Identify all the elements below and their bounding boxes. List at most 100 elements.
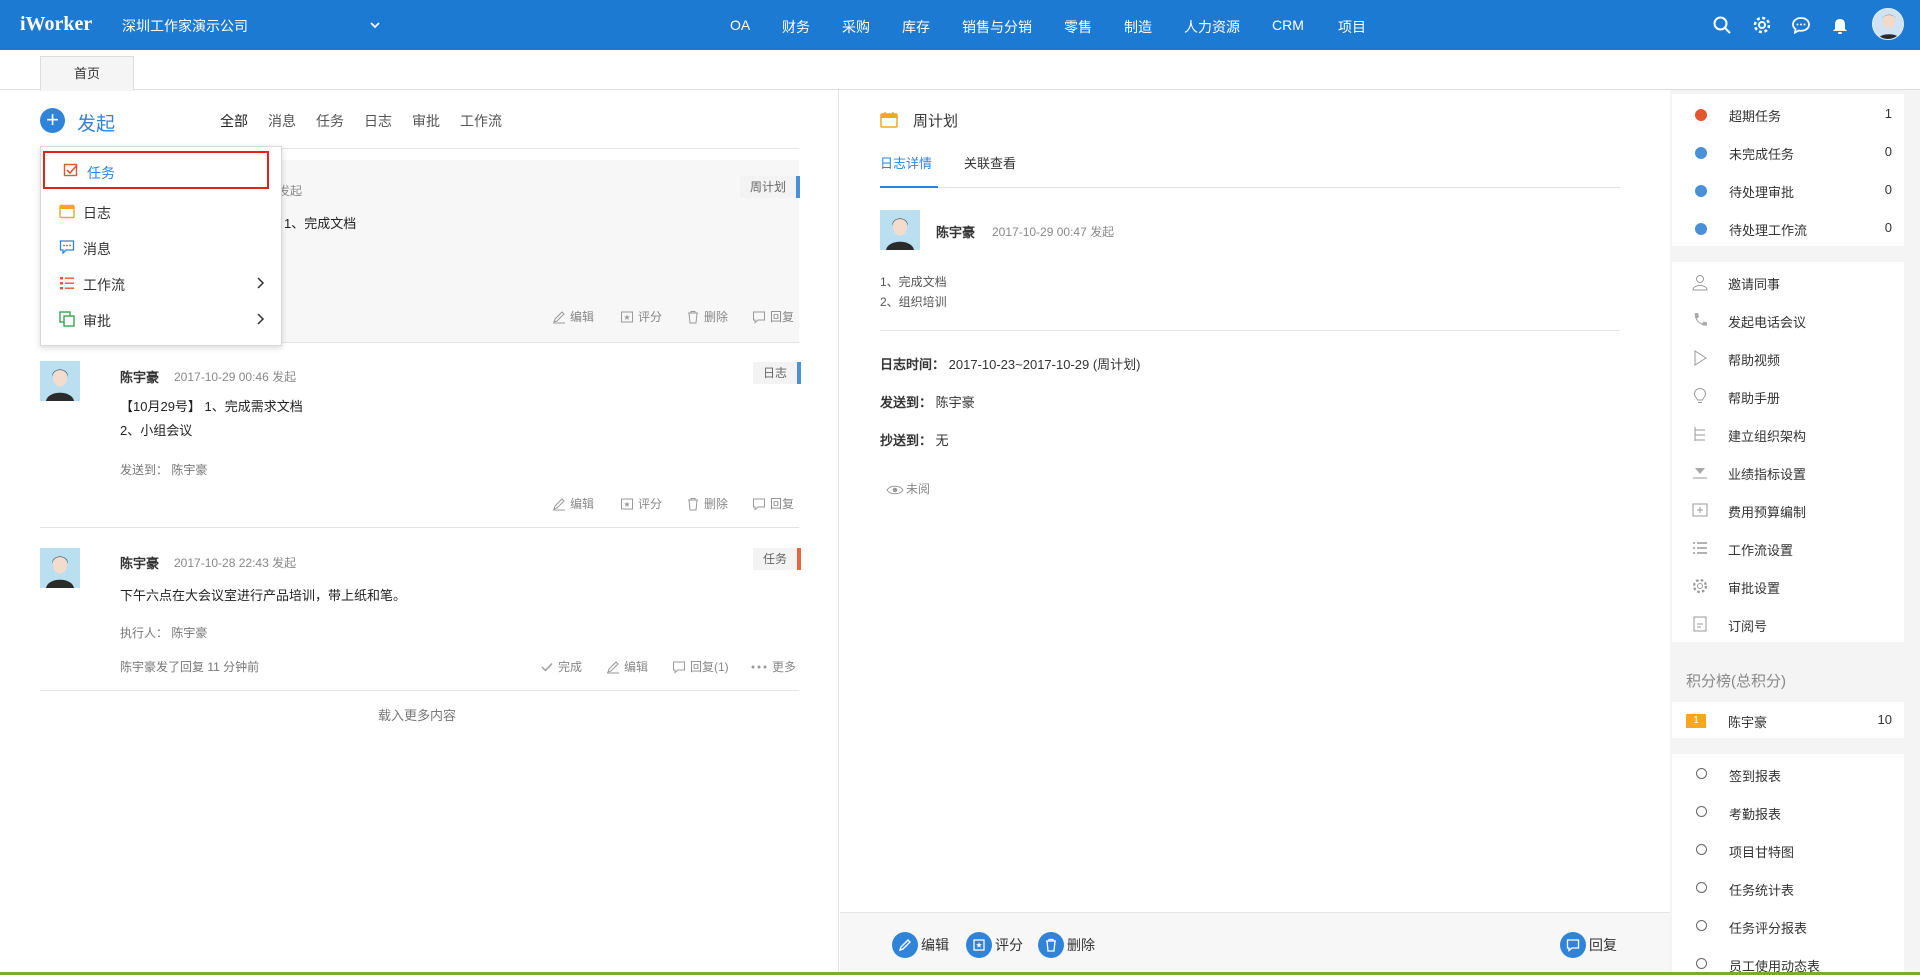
filter-message[interactable]: 消息	[268, 111, 296, 131]
nav-crm[interactable]: CRM	[1272, 17, 1304, 33]
post-text: 2、小组会议	[120, 423, 193, 438]
nav-manufacturing[interactable]: 制造	[1124, 17, 1152, 37]
edit-button[interactable]: 编辑	[552, 308, 594, 325]
author-avatar[interactable]	[40, 361, 80, 401]
link-budget[interactable]: 费用预算编制	[1672, 490, 1904, 528]
delete-button[interactable]: 删除	[686, 495, 728, 512]
link-subscription[interactable]: 订阅号	[1672, 604, 1904, 642]
chat-icon[interactable]	[1790, 14, 1812, 36]
tab-log-detail[interactable]: 日志详情	[880, 153, 932, 172]
leaderboard-row[interactable]: 1 陈宇豪 10	[1672, 702, 1904, 738]
footer-delete-button[interactable]: 删除	[1038, 932, 1095, 958]
rate-button[interactable]: 评分	[620, 308, 662, 325]
user-add-icon	[1692, 275, 1708, 291]
nav-purchase[interactable]: 采购	[842, 17, 870, 37]
post-meta: 2017-10-29 00:46 发起	[174, 370, 297, 384]
cc-field: 抄送到： 无	[880, 430, 949, 449]
author-avatar[interactable]	[880, 210, 920, 250]
report-checkin[interactable]: 签到报表	[1672, 754, 1904, 792]
trash-icon	[688, 311, 698, 324]
link-phone-meeting[interactable]: 发起电话会议	[1672, 300, 1904, 338]
report-task-rating[interactable]: 任务评分报表	[1672, 906, 1904, 944]
post-divider	[40, 690, 799, 691]
rate-button[interactable]: 评分	[620, 495, 662, 512]
menu-item-message[interactable]: 消息	[41, 229, 281, 265]
reply-button[interactable]: 回复(1)	[672, 658, 729, 675]
link-invite-colleague[interactable]: 邀请同事	[1672, 262, 1904, 300]
nav-inventory[interactable]: 库存	[902, 17, 930, 37]
filter-approval[interactable]: 审批	[412, 111, 440, 131]
report-gantt[interactable]: 项目甘特图	[1672, 830, 1904, 868]
bell-icon[interactable]	[1829, 14, 1851, 36]
link-help-manual[interactable]: 帮助手册	[1672, 376, 1904, 414]
link-org-structure[interactable]: 建立组织架构	[1672, 414, 1904, 452]
link-workflow-settings[interactable]: 工作流设置	[1672, 528, 1904, 566]
menu-item-log[interactable]: 日志	[41, 193, 281, 229]
filter-workflow[interactable]: 工作流	[460, 111, 502, 131]
nav-oa[interactable]: OA	[730, 17, 750, 33]
app-logo[interactable]: iWorker	[20, 13, 92, 36]
filter-log[interactable]: 日志	[364, 111, 392, 131]
detail-author[interactable]: 陈宇豪	[936, 222, 975, 241]
nav-finance[interactable]: 财务	[782, 17, 810, 37]
load-more-link[interactable]: 载入更多内容	[378, 705, 456, 724]
complete-button[interactable]: 完成	[540, 658, 582, 675]
detail-body-line: 2、组织培训	[880, 295, 947, 309]
stat-pending-workflows[interactable]: 待处理工作流 0	[1672, 208, 1904, 246]
menu-item-approval[interactable]: 审批	[41, 301, 281, 337]
task-checkbox-icon	[63, 163, 78, 177]
menu-item-label: 工作流	[83, 277, 125, 293]
link-approval-settings[interactable]: 审批设置	[1672, 566, 1904, 604]
approval-icon	[59, 311, 75, 327]
nav-hr[interactable]: 人力资源	[1184, 17, 1240, 37]
check-icon	[541, 663, 553, 672]
company-name[interactable]: 深圳工作家演示公司	[122, 16, 248, 36]
rate-icon	[973, 939, 985, 951]
comment-icon	[753, 498, 765, 511]
edit-button[interactable]: 编辑	[552, 495, 594, 512]
report-employee-activity[interactable]: 员工使用动态表	[1672, 944, 1904, 975]
filter-all[interactable]: 全部	[220, 111, 248, 131]
filter-task[interactable]: 任务	[316, 111, 344, 131]
menu-item-label: 日志	[83, 205, 111, 221]
tab-related[interactable]: 关联查看	[964, 153, 1016, 172]
nav-sales[interactable]: 销售与分销	[962, 17, 1032, 37]
search-icon[interactable]	[1711, 14, 1733, 36]
feed-post: 陈宇豪 2017-10-28 22:43 发起 任务 下午六点在大会议室进行产品…	[40, 540, 802, 690]
stat-overdue-tasks[interactable]: 超期任务 1	[1672, 94, 1904, 132]
task-executor: 执行人： 陈宇豪	[120, 626, 208, 640]
report-task-stats[interactable]: 任务统计表	[1672, 868, 1904, 906]
gear-icon[interactable]	[1751, 14, 1773, 36]
more-button[interactable]: 更多	[750, 658, 796, 675]
report-attendance[interactable]: 考勤报表	[1672, 792, 1904, 830]
user-avatar[interactable]	[1872, 8, 1904, 40]
tab-home[interactable]: 首页	[40, 56, 134, 91]
stat-incomplete-tasks[interactable]: 未完成任务 0	[1672, 132, 1904, 170]
footer-reply-button[interactable]: 回复	[1560, 932, 1617, 958]
status-dot	[1695, 147, 1707, 159]
author-avatar[interactable]	[40, 548, 80, 588]
menu-item-task[interactable]: 任务	[43, 151, 269, 189]
link-performance-settings[interactable]: 业绩指标设置	[1672, 452, 1904, 490]
nav-project[interactable]: 项目	[1338, 17, 1366, 37]
field-label: 日志时间：	[880, 357, 946, 372]
footer-edit-button[interactable]: 编辑	[892, 932, 949, 958]
menu-item-workflow[interactable]: 工作流	[41, 265, 281, 301]
post-text: 下午六点在大会议室进行产品培训，带上纸和笔。	[120, 588, 407, 603]
rate-icon	[621, 498, 633, 510]
post-author[interactable]: 陈宇豪	[120, 367, 159, 386]
footer-rate-button[interactable]: 评分	[966, 932, 1023, 958]
launch-label: 发起	[77, 114, 116, 135]
link-help-video[interactable]: 帮助视频	[1672, 338, 1904, 376]
edit-button[interactable]: 编辑	[606, 658, 648, 675]
unread-indicator[interactable]: 未阅	[886, 480, 930, 497]
stat-pending-approvals[interactable]: 待处理审批 0	[1672, 170, 1904, 208]
plus-icon: +	[40, 108, 65, 133]
chevron-down-icon[interactable]	[368, 18, 382, 32]
comment-icon	[1566, 939, 1580, 952]
nav-retail[interactable]: 零售	[1064, 17, 1092, 37]
delete-button[interactable]: 删除	[686, 308, 728, 325]
reply-button[interactable]: 回复	[752, 308, 794, 325]
post-author[interactable]: 陈宇豪	[120, 553, 159, 572]
reply-button[interactable]: 回复	[752, 495, 794, 512]
